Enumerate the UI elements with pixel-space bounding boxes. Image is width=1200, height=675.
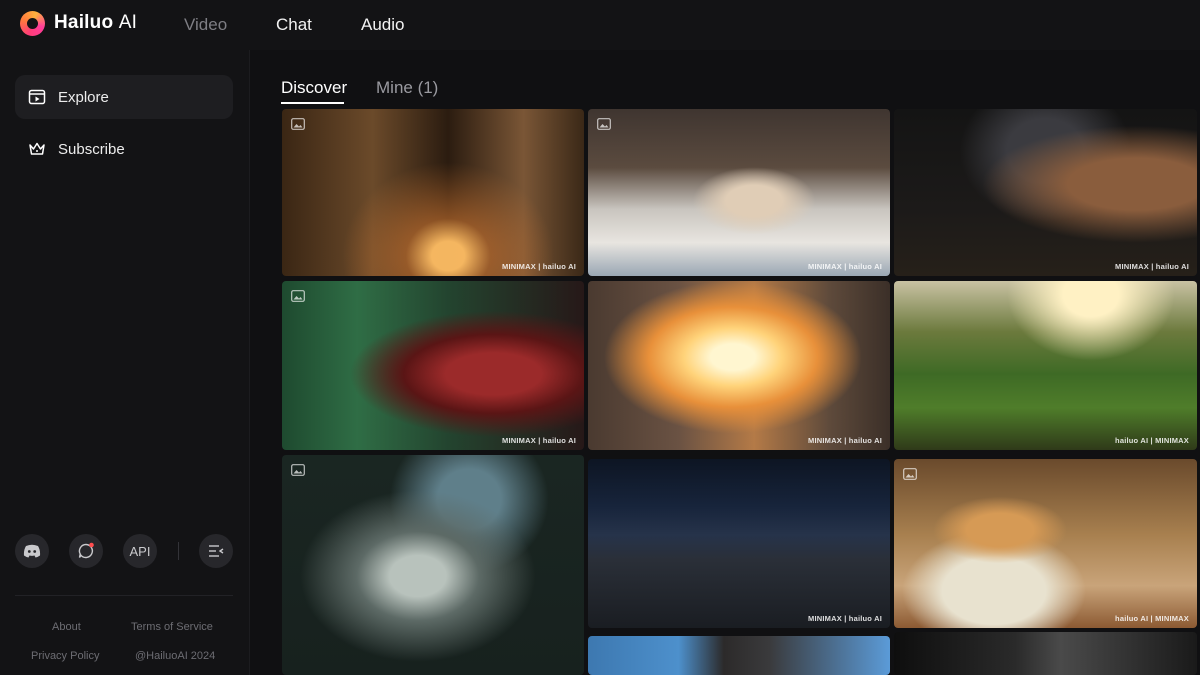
divider [178, 542, 179, 560]
watermark: MINIMAX | hailuo AI [1115, 262, 1189, 271]
video-card-1[interactable]: MINIMAX | hailuo AI [282, 109, 584, 276]
brand-name: Hailuo AI [54, 12, 138, 33]
logo[interactable]: Hailuo AI [20, 10, 137, 36]
play-calendar-icon [28, 89, 46, 105]
hailuo-logo-icon [20, 10, 45, 36]
top-bar: Hailuo AI Video Chat Audio [0, 0, 1200, 50]
nav-audio[interactable]: Audio [361, 15, 404, 35]
chat-bubble-icon [78, 542, 94, 559]
footer-about-link[interactable]: About [52, 621, 81, 633]
watermark: MINIMAX | hailuo AI [502, 436, 576, 445]
video-card-3[interactable]: MINIMAX | hailuo AI [894, 109, 1197, 276]
collapse-sidebar-icon [209, 545, 224, 557]
nav-chat[interactable]: Chat [276, 15, 312, 35]
footer-privacy-link[interactable]: Privacy Policy [31, 650, 99, 662]
watermark: MINIMAX | hailuo AI [808, 436, 882, 445]
image-icon [291, 118, 305, 130]
discord-icon [23, 544, 41, 558]
video-card-9[interactable]: hailuo AI | MINIMAX [894, 459, 1197, 628]
video-card-6[interactable]: hailuo AI | MINIMAX [894, 281, 1197, 450]
notification-dot [89, 542, 94, 548]
image-icon [291, 464, 305, 476]
sidebar-item-label: Explore [58, 88, 109, 106]
footer-terms-link[interactable]: Terms of Service [131, 621, 213, 633]
sidebar-item-explore[interactable]: Explore [15, 75, 233, 119]
active-tab-indicator [281, 102, 344, 104]
watermark: MINIMAX | hailuo AI [808, 614, 882, 623]
sidebar-action-buttons: API [15, 534, 233, 568]
footer-divider [15, 595, 233, 596]
image-icon [903, 468, 917, 480]
sidebar-item-subscribe[interactable]: Subscribe [15, 127, 233, 171]
api-button[interactable]: API [123, 534, 157, 568]
video-card-4[interactable]: MINIMAX | hailuo AI [282, 281, 584, 450]
video-card-11[interactable] [894, 632, 1197, 675]
collapse-sidebar-button[interactable] [199, 534, 233, 568]
watermark: MINIMAX | hailuo AI [808, 262, 882, 271]
tab-discover[interactable]: Discover [281, 78, 347, 98]
sidebar-item-label: Subscribe [58, 140, 125, 158]
video-card-7[interactable] [282, 455, 584, 675]
watermark: hailuo AI | MINIMAX [1115, 614, 1189, 623]
watermark: MINIMAX | hailuo AI [502, 262, 576, 271]
tab-mine[interactable]: Mine (1) [376, 78, 438, 98]
crown-icon [29, 142, 45, 155]
video-card-8[interactable]: MINIMAX | hailuo AI [588, 459, 890, 628]
nav-video[interactable]: Video [184, 15, 227, 35]
sidebar: Explore Subscribe API About Terms of Ser… [0, 50, 250, 675]
video-card-10[interactable] [588, 636, 890, 675]
discord-button[interactable] [15, 534, 49, 568]
image-icon [597, 118, 611, 130]
watermark: hailuo AI | MINIMAX [1115, 436, 1189, 445]
video-card-5[interactable]: MINIMAX | hailuo AI [588, 281, 890, 450]
image-icon [291, 290, 305, 302]
footer-copyright: @HailuoAI 2024 [135, 650, 216, 662]
chat-button[interactable] [69, 534, 103, 568]
video-card-2[interactable]: MINIMAX | hailuo AI [588, 109, 890, 276]
